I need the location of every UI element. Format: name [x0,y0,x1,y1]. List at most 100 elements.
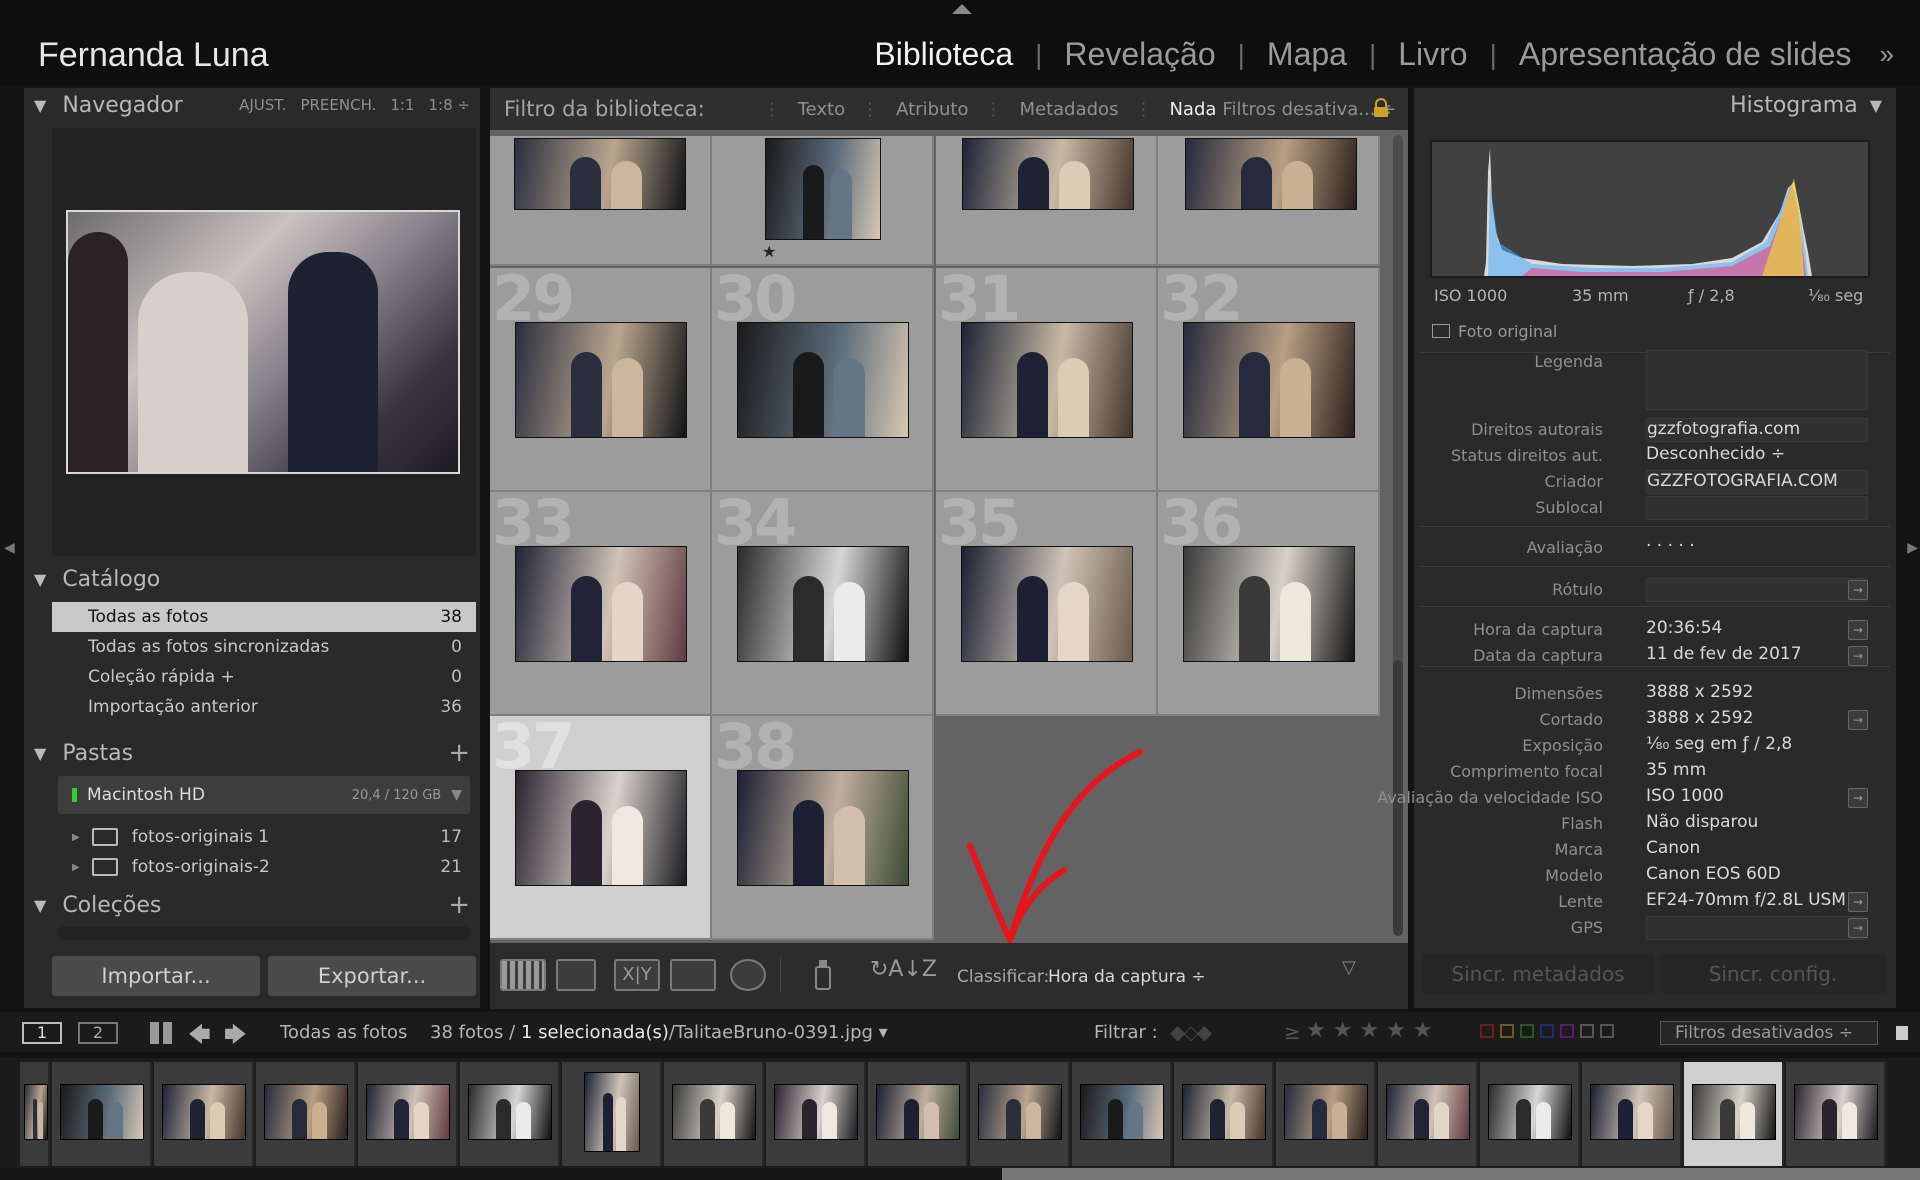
filmstrip-thumbnail[interactable] [1488,1084,1572,1140]
filmstrip-thumbnail[interactable] [1692,1084,1776,1140]
filmstrip-thumbnail[interactable] [162,1084,246,1140]
collapse-triangle-icon[interactable]: ▼ [34,96,46,115]
metadata-value[interactable] [1646,916,1868,940]
original-photo-checkbox[interactable] [1432,324,1450,338]
navigator-header[interactable]: ▼ Navegador AJUST. PREENCH. 1:1 1:8 ÷ [24,88,480,122]
painter-icon[interactable] [810,957,836,993]
back-arrow-icon[interactable]: 🡄 [188,1018,211,1056]
filmstrip-thumbnail[interactable] [1794,1084,1878,1140]
filmstrip-scrollbar[interactable] [1002,1168,1920,1180]
metadata-action-icon[interactable]: → [1848,646,1868,666]
forward-arrow-icon[interactable]: 🡆 [224,1018,247,1056]
toolbar-menu-icon[interactable]: ▽ [1342,957,1356,978]
catalog-item-previous-import[interactable]: Importação anterior 36 [52,692,476,722]
filter-tab-none[interactable]: Nada [1169,99,1216,120]
top-panel-toggle-icon[interactable] [952,4,972,14]
histogram[interactable] [1430,140,1870,278]
metadata-value[interactable]: GZZFOTOGRAFIA.COM [1646,470,1868,494]
sync-settings-button[interactable]: Sincr. config. [1660,954,1886,994]
export-button[interactable]: Exportar... [268,956,476,996]
add-collection-icon[interactable]: + [448,890,470,920]
module-develop[interactable]: Revelação [1042,36,1237,73]
filter-preset-select[interactable]: Filtros desativa... ÷ [1222,99,1396,120]
metadata-value[interactable] [1646,578,1868,602]
catalog-item-quick-collection[interactable]: Coleção rápida + 0 [52,662,476,692]
grid-view-icon[interactable] [500,959,546,991]
catalog-item-all-photos[interactable]: Todas as fotos 38 [52,602,476,632]
filmstrip-thumbnail[interactable] [1182,1084,1266,1140]
photo-thumbnail[interactable] [515,322,687,438]
filmstrip-thumbnail[interactable] [1386,1084,1470,1140]
photo-thumbnail[interactable] [514,138,686,210]
flag-filter-icons[interactable]: ◆◇◆ [1170,1020,1212,1044]
filter-tab-text[interactable]: Texto [798,99,845,120]
filmstrip-thumbnail[interactable] [672,1084,756,1140]
filmstrip-thumbnail[interactable] [1080,1084,1164,1140]
sort-select[interactable]: Hora da captura ÷ [1048,967,1206,987]
collections-header[interactable]: ▼ Coleções + [24,888,480,922]
nav-1to1-option[interactable]: 1:1 [390,96,414,114]
filmstrip-thumbnail[interactable] [584,1072,640,1152]
module-map[interactable]: Mapa [1245,36,1369,73]
secondary-window-button[interactable]: 2 [78,1022,118,1044]
add-folder-icon[interactable]: + [448,738,470,768]
filmstrip-scrollbar-track[interactable] [0,1168,1002,1180]
photo-thumbnail[interactable] [1185,138,1357,210]
expand-triangle-icon[interactable]: ▶ [72,832,80,843]
metadata-action-icon[interactable]: → [1848,918,1868,938]
metadata-action-icon[interactable]: → [1848,620,1868,640]
metadata-action-icon[interactable]: → [1848,580,1868,600]
filter-tab-metadata[interactable]: Metadados [1019,99,1118,120]
filmstrip-thumbnail[interactable] [264,1084,348,1140]
photo-thumbnail[interactable] [515,546,687,662]
collapse-triangle-icon[interactable]: ▼ [1870,96,1882,115]
photo-thumbnail[interactable] [961,546,1133,662]
grid-icon[interactable] [150,1022,172,1044]
metadata-value[interactable]: gzzfotografia.com [1646,418,1868,442]
histogram-header[interactable]: Histograma ▼ [1414,88,1896,122]
photo-thumbnail[interactable] [962,138,1134,210]
navigator-preview-area[interactable] [52,128,476,556]
metadata-action-icon[interactable]: → [1848,710,1868,730]
photo-thumbnail[interactable] [515,770,687,886]
filmstrip-thumbnail[interactable] [366,1084,450,1140]
photo-thumbnail[interactable] [737,322,909,438]
filmstrip-thumbnail[interactable] [876,1084,960,1140]
nav-fill-option[interactable]: PREENCH. [300,96,376,114]
main-window-button[interactable]: 1 [22,1022,62,1044]
filmstrip-source[interactable]: Todas as fotos [280,1022,407,1043]
metadata-action-icon[interactable]: → [1848,892,1868,912]
selected-filename[interactable]: /TalitaeBruno-0391.jpg ▾ [669,1022,888,1043]
left-panel-toggle-icon[interactable]: ◀ [4,540,15,556]
sync-metadata-button[interactable]: Sincr. metadados [1422,954,1654,994]
survey-view-icon[interactable] [670,959,716,991]
import-button[interactable]: Importar... [52,956,260,996]
color-label-filter[interactable] [1480,1024,1614,1038]
sort-direction-icon[interactable]: ↻A↓Z [870,957,937,982]
metadata-value[interactable] [1646,496,1868,520]
people-view-icon[interactable] [730,959,766,991]
right-panel-toggle-icon[interactable]: ▶ [1907,540,1918,556]
collapse-triangle-icon[interactable]: ▼ [34,896,46,915]
navigator-preview-image[interactable] [66,210,460,474]
collections-filter-field[interactable] [58,926,470,940]
compare-view-icon[interactable]: X|Y [614,959,660,991]
more-modules-icon[interactable]: » [1874,39,1894,70]
photo-thumbnail[interactable] [737,770,909,886]
volume-macintosh-hd[interactable]: Macintosh HD 20,4 / 120 GB ▼ [58,776,470,814]
filmstrip-thumbnail[interactable] [60,1084,144,1140]
module-library[interactable]: Biblioteca [852,36,1035,73]
folder-item-originais-1[interactable]: ▶ fotos-originais 1 17 [52,822,476,852]
photo-thumbnail[interactable] [1183,546,1355,662]
photo-thumbnail[interactable] [737,546,909,662]
filmstrip-thumbnail[interactable] [1284,1084,1368,1140]
collapse-triangle-icon[interactable]: ▼ [34,744,46,763]
nav-fit-option[interactable]: AJUST. [239,96,286,114]
loupe-view-icon[interactable] [556,959,596,991]
filmstrip-thumbnail[interactable] [468,1084,552,1140]
photo-thumbnail[interactable] [1183,322,1355,438]
filter-tab-attribute[interactable]: Atributo [896,99,968,120]
lock-icon[interactable] [1372,98,1390,118]
expand-triangle-icon[interactable]: ▶ [72,862,80,873]
rating-operator[interactable]: ≥ [1284,1020,1301,1044]
